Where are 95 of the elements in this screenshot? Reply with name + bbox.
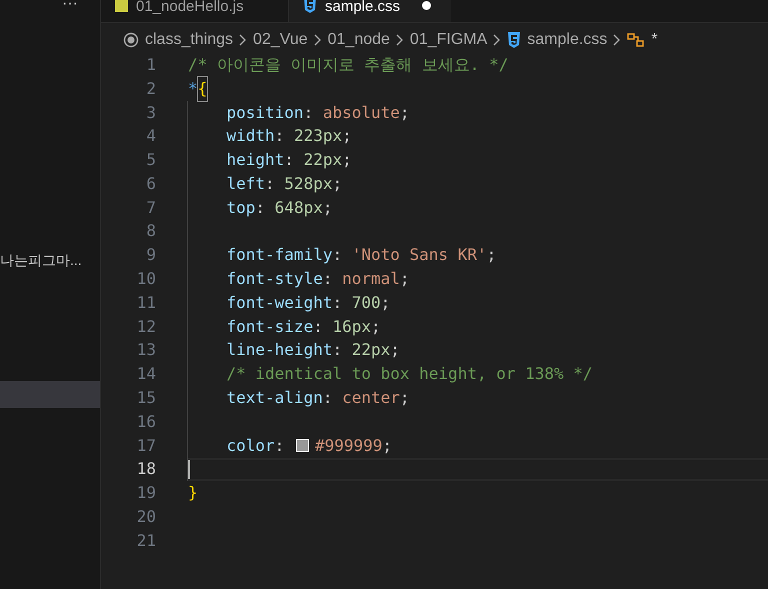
css-value: 22px bbox=[352, 339, 390, 362]
punctuation: : bbox=[284, 149, 295, 172]
line-number: 5 bbox=[145, 149, 156, 172]
code-comment: /* 아이콘을 이미지로 추출해 보세요. */ bbox=[188, 54, 508, 76]
punctuation: ; bbox=[390, 339, 400, 362]
breadcrumb-item[interactable]: sample.css bbox=[527, 28, 608, 52]
css-value: 648px bbox=[274, 196, 323, 219]
line-number: 6 bbox=[145, 172, 156, 195]
line-number: 13 bbox=[136, 339, 156, 362]
breadcrumb-item[interactable]: 02_Vue bbox=[253, 28, 308, 52]
line-number: 1 bbox=[145, 54, 156, 76]
js-file-icon bbox=[115, 0, 128, 12]
punctuation: ; bbox=[342, 125, 352, 148]
symbol-icon bbox=[627, 32, 646, 48]
css-value: 'Noto Sans KR' bbox=[352, 244, 487, 266]
punctuation: ; bbox=[342, 149, 352, 172]
punctuation: ; bbox=[322, 196, 332, 219]
css-file-icon bbox=[303, 0, 317, 13]
punctuation: ; bbox=[382, 434, 392, 457]
line-number: 21 bbox=[136, 530, 156, 552]
line-number: 12 bbox=[136, 316, 156, 338]
line-number: 3 bbox=[145, 102, 156, 124]
punctuation: : bbox=[255, 196, 266, 219]
text-cursor bbox=[188, 460, 190, 479]
line-number: 9 bbox=[145, 244, 156, 266]
line-number: 18 bbox=[136, 458, 156, 480]
chevron-icon bbox=[396, 34, 404, 46]
css-value: 16px bbox=[332, 316, 371, 338]
css-property: color bbox=[226, 434, 275, 457]
punctuation: ; bbox=[332, 172, 342, 195]
punctuation: : bbox=[274, 125, 286, 148]
line-number: 8 bbox=[145, 220, 156, 242]
css-property: font-size bbox=[226, 316, 314, 338]
css-value: normal bbox=[342, 268, 400, 290]
brace: } bbox=[188, 482, 198, 504]
css-property: font-family bbox=[226, 244, 332, 266]
css-property: height bbox=[226, 149, 284, 172]
folder-root-icon bbox=[123, 32, 139, 48]
matched-brace: { bbox=[198, 76, 208, 101]
breadcrumb-item[interactable]: class_things bbox=[145, 28, 234, 52]
punctuation: : bbox=[313, 316, 324, 338]
line-number: 4 bbox=[145, 125, 156, 148]
css-value: 528px bbox=[284, 172, 332, 195]
code-comment: /* identical to box height, or 138% */ bbox=[226, 363, 593, 386]
line-number: 10 bbox=[136, 268, 156, 290]
punctuation: : bbox=[322, 268, 334, 290]
css-value: 223px bbox=[294, 125, 342, 148]
css-property: text-align bbox=[226, 387, 323, 410]
line-number: 15 bbox=[136, 387, 156, 410]
more-actions-icon[interactable]: ··· bbox=[62, 0, 78, 16]
line-number: 19 bbox=[136, 482, 156, 504]
css-property: line-height bbox=[226, 339, 332, 362]
css-value: #999999 bbox=[314, 434, 382, 457]
punctuation: : bbox=[332, 339, 344, 362]
punctuation: : bbox=[322, 387, 334, 410]
punctuation: ; bbox=[400, 268, 410, 290]
css-value: 22px bbox=[304, 149, 342, 172]
editor-tab[interactable]: sample.css bbox=[289, 0, 451, 22]
chevron-icon bbox=[314, 34, 322, 46]
chevron-icon bbox=[239, 34, 248, 46]
line-number: 20 bbox=[136, 506, 156, 528]
css-property: width bbox=[226, 125, 275, 148]
punctuation: : bbox=[274, 434, 286, 457]
css-value: absolute bbox=[322, 102, 400, 124]
css-property: top bbox=[226, 196, 256, 219]
punctuation: ; bbox=[400, 387, 410, 410]
punctuation: ; bbox=[486, 244, 496, 266]
punctuation: ; bbox=[400, 102, 410, 124]
css-property: position bbox=[226, 102, 304, 124]
breadcrumb-item[interactable]: 01_FIGMA bbox=[410, 28, 488, 52]
css-property: font-style bbox=[226, 268, 323, 290]
line-number: 17 bbox=[136, 434, 156, 457]
line-number: 11 bbox=[136, 292, 156, 314]
css-property: left bbox=[226, 172, 266, 195]
line-number: 16 bbox=[136, 410, 156, 433]
css-value: center bbox=[342, 387, 400, 410]
css-file-icon bbox=[507, 32, 522, 48]
punctuation: : bbox=[332, 292, 344, 314]
line-number: 7 bbox=[145, 196, 156, 219]
selected-row[interactable] bbox=[0, 381, 100, 408]
css-selector: * bbox=[188, 78, 198, 100]
chevron-icon bbox=[613, 34, 622, 46]
line-number: 14 bbox=[136, 363, 156, 386]
breadcrumb-item[interactable]: 01_node bbox=[328, 28, 390, 52]
css-value: 700 bbox=[352, 292, 381, 314]
punctuation: : bbox=[265, 172, 276, 195]
punctuation: : bbox=[304, 102, 314, 124]
line-number: 2 bbox=[145, 78, 156, 100]
punctuation: : bbox=[332, 244, 344, 266]
sidebar-item[interactable]: 나는피그마... bbox=[0, 247, 100, 274]
punctuation: ; bbox=[371, 316, 381, 338]
breadcrumb-item[interactable]: * bbox=[651, 28, 658, 52]
chevron-icon bbox=[493, 34, 502, 46]
punctuation: ; bbox=[380, 292, 390, 314]
css-property: font-weight bbox=[226, 292, 332, 314]
